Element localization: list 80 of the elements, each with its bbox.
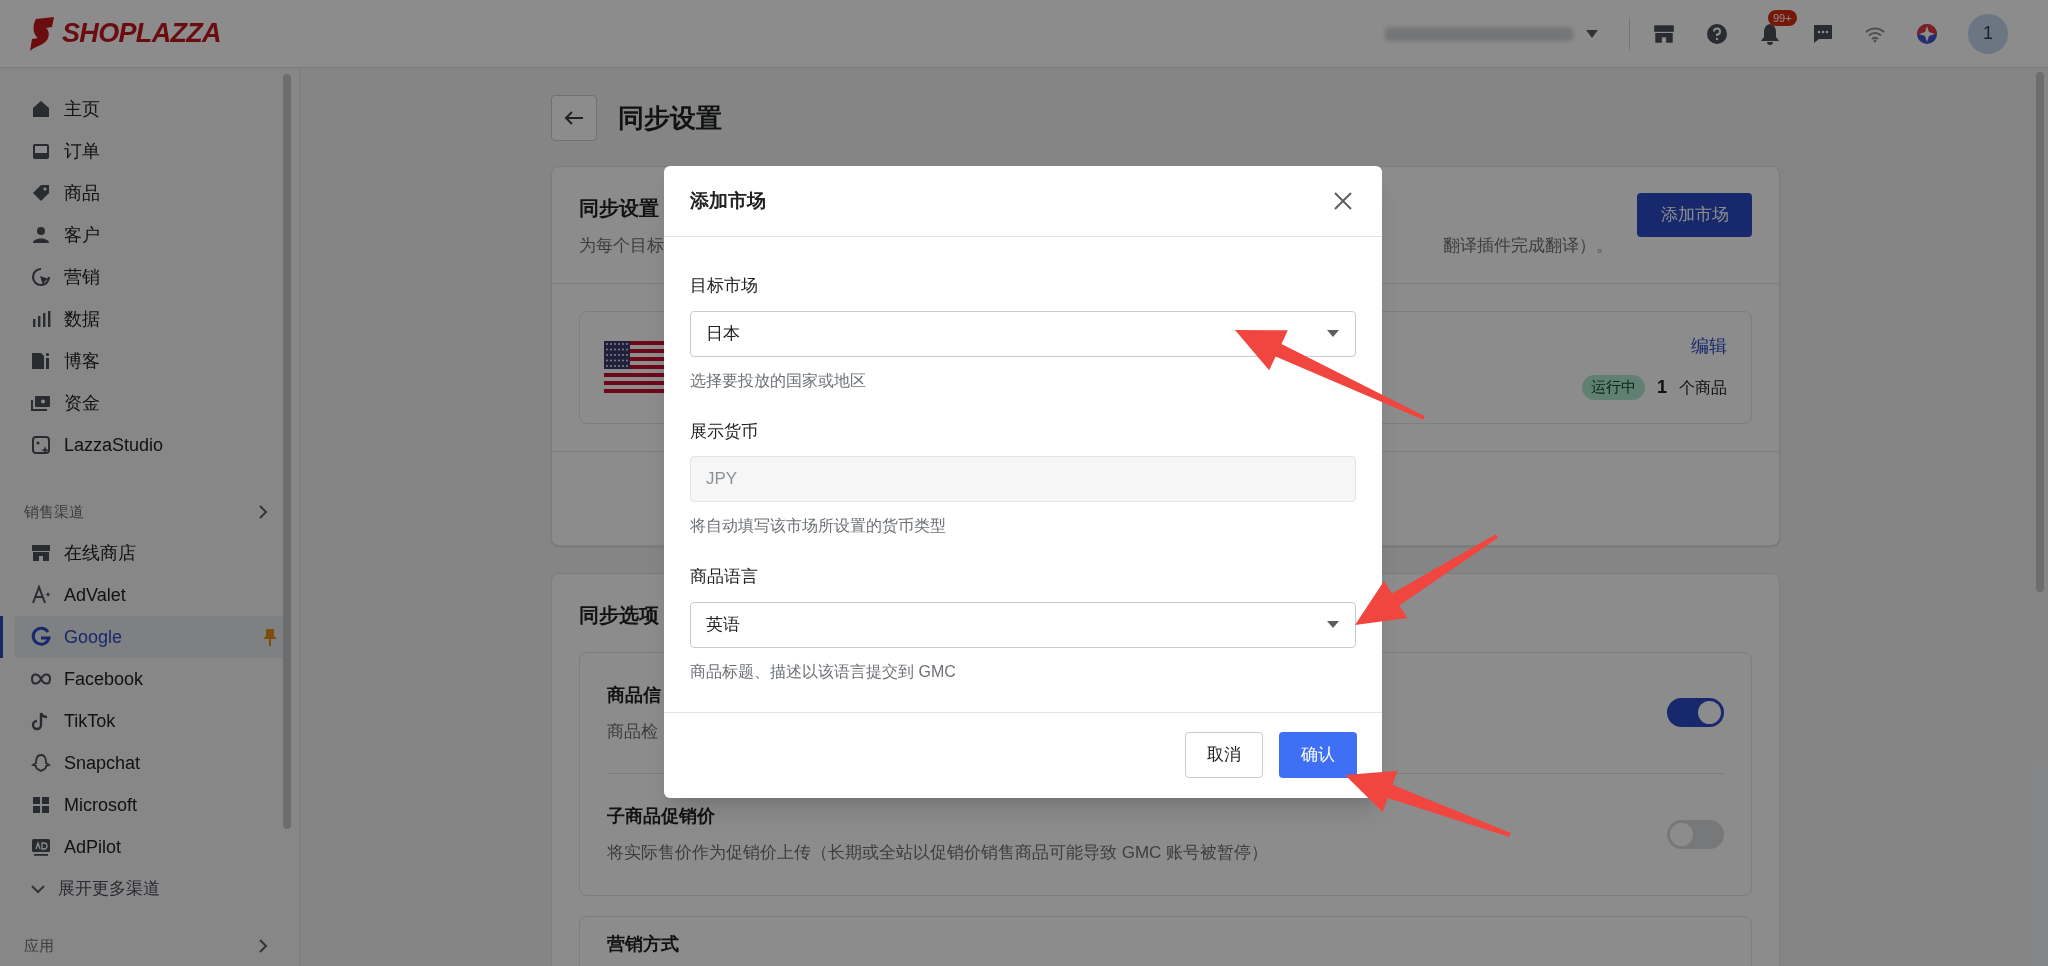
sidebar-item[interactable]: LazzaStudio xyxy=(14,424,287,466)
card-title: 同步设置 xyxy=(579,196,659,221)
select-field[interactable]: 英语 xyxy=(690,601,1356,648)
sidebar-item[interactable]: TikTok xyxy=(14,700,287,742)
sidebar-item[interactable]: AdValet xyxy=(14,574,287,616)
ad-screen-icon xyxy=(30,836,52,858)
card-title: 同步选项 xyxy=(579,602,659,628)
sidebar-item[interactable]: 在线商店 xyxy=(14,532,287,574)
scrollbar-thumb[interactable] xyxy=(283,74,291,829)
chat-bubble-icon xyxy=(1812,22,1834,45)
g-letter-icon xyxy=(30,626,52,648)
select-field[interactable]: 日本 xyxy=(690,310,1356,357)
sidebar-item[interactable]: 商品 xyxy=(14,172,287,214)
bar-chart-icon xyxy=(30,308,52,330)
sidebar-item[interactable]: Microsoft xyxy=(14,784,287,826)
avatar[interactable]: 1 xyxy=(1968,13,2008,54)
caret-down-icon xyxy=(1326,620,1340,629)
sidebar-item[interactable]: Facebook xyxy=(14,658,287,700)
sidebar-item[interactable]: AdPilot xyxy=(14,826,287,868)
sidebar-item[interactable]: 营销 xyxy=(14,256,287,298)
chevron-right-icon xyxy=(257,938,269,954)
edit-link[interactable]: 编辑 xyxy=(1691,333,1727,360)
sidebar-item[interactable]: 主页 xyxy=(14,88,287,130)
card-description: 为每个目标 xyxy=(579,235,664,257)
logo-text: SHOPLAZZA xyxy=(62,17,221,51)
wifi-icon xyxy=(1864,24,1886,43)
field-label: 展示货币 xyxy=(690,420,759,443)
cursor-target-icon xyxy=(30,266,52,288)
sidebar-item[interactable]: 资金 xyxy=(14,382,287,424)
cancel-button[interactable]: 取消 xyxy=(1185,732,1263,778)
product-count-unit: 个商品 xyxy=(1679,377,1727,398)
sidebar-item[interactable]: Snapchat xyxy=(14,742,287,784)
person-icon xyxy=(30,224,52,246)
status-badge: 运行中 xyxy=(1582,375,1645,400)
option-title: 子商品促销价 xyxy=(607,805,715,828)
sparkle-image-icon xyxy=(30,434,52,456)
chevron-down-icon xyxy=(30,883,46,895)
notification-badge: 99+ xyxy=(1768,9,1797,26)
section-header: 销售渠道 xyxy=(24,501,84,522)
field-label: 目标市场 xyxy=(690,275,759,297)
modal-title: 添加市场 xyxy=(690,188,766,213)
close-icon xyxy=(1333,191,1353,211)
sidebar-item[interactable]: 订单 xyxy=(14,130,287,172)
caret-down-icon xyxy=(1585,28,1599,39)
sidebar-item[interactable]: 博客 xyxy=(14,340,287,382)
page-title: 同步设置 xyxy=(618,101,722,135)
field-help-text: 选择要投放的国家或地区 xyxy=(690,370,867,391)
document-icon xyxy=(30,350,52,372)
bell-icon xyxy=(1758,21,1782,46)
scrollbar-thumb[interactable] xyxy=(2036,72,2044,592)
chevron-right-icon xyxy=(257,504,269,520)
caret-down-icon xyxy=(1326,329,1340,338)
help-icon xyxy=(1706,22,1728,45)
option-description: 将实际售价作为促销价上传（长期或全站以促销价销售商品可能导致 GMC 账号被暂停） xyxy=(607,842,1269,864)
option-title: 营销方式 xyxy=(607,932,679,956)
card-description: 翻译插件完成翻译）。 xyxy=(1443,235,1613,257)
field-help-text: 商品标题、描述以该语言提交到 GMC xyxy=(690,661,957,682)
back-button[interactable] xyxy=(551,95,597,141)
letter-a-star-icon xyxy=(30,584,52,606)
sidebar-item[interactable]: 数据 xyxy=(14,298,287,340)
active-indicator xyxy=(0,616,3,658)
arrow-left-icon xyxy=(564,110,584,126)
four-squares-icon xyxy=(30,794,52,816)
confirm-button[interactable]: 确认 xyxy=(1279,732,1357,778)
pin-icon xyxy=(261,627,279,647)
field-label: 商品语言 xyxy=(690,566,759,588)
toggle-switch[interactable] xyxy=(1667,698,1724,728)
field-help-text: 将自动填写该市场所设置的货币类型 xyxy=(690,516,947,536)
colorful-star-logo-icon xyxy=(1916,22,1938,45)
add-market-button[interactable]: 添加市场 xyxy=(1637,193,1752,237)
ghost-icon xyxy=(30,752,52,774)
expand-more-link[interactable]: 展开更多渠道 xyxy=(30,868,299,910)
home-icon xyxy=(30,98,52,120)
storefront-icon xyxy=(30,542,52,564)
option-title: 商品信 xyxy=(607,683,661,707)
logo-mark-icon xyxy=(28,16,56,51)
section-header: 应用 xyxy=(24,935,54,956)
sidebar-item[interactable]: 客户 xyxy=(14,214,287,256)
option-description: 商品检 xyxy=(607,720,658,743)
product-count: 1 xyxy=(1657,376,1667,399)
